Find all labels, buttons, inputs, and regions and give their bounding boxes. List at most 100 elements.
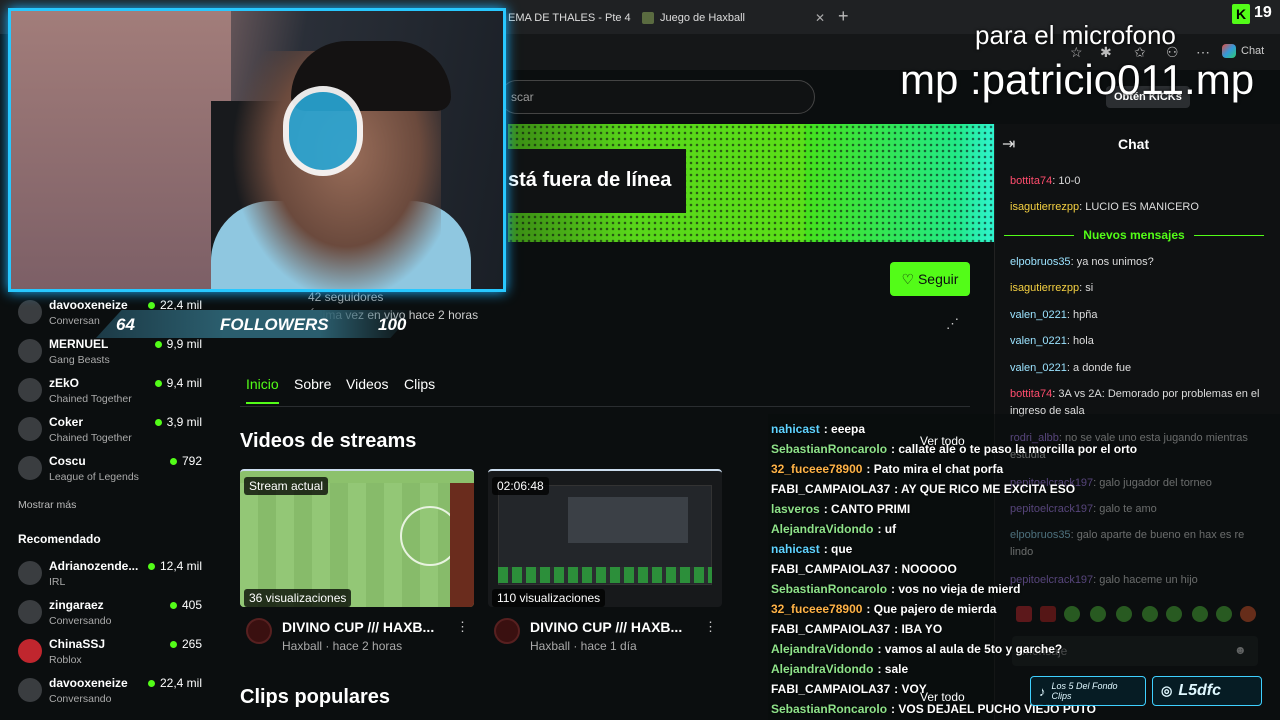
stream-chat-message: 32_fuceee78900: Que pajero de mierda — [771, 599, 996, 619]
tab-sobre[interactable]: Sobre — [294, 376, 331, 392]
channel-avatar[interactable] — [494, 618, 520, 644]
chat-text: si — [1085, 282, 1094, 294]
chat-text: LUCIO ES MANICERO — [1085, 201, 1199, 213]
live-badge: Stream actual — [244, 477, 329, 495]
stream-chat-text: : Pato mira el chat porfa — [866, 462, 1004, 476]
stream-chat-text: : uf — [877, 522, 897, 536]
webcam-overlay — [8, 8, 506, 292]
stream-chat-message: AlejandraVidondo: vamos al aula de 5to y… — [771, 639, 1062, 659]
search-input[interactable]: scar — [500, 80, 815, 114]
divider-line — [1004, 235, 1074, 236]
stream-chat-message: nahicast: que — [771, 539, 852, 559]
stream-chat-username: AlejandraVidondo — [771, 662, 874, 676]
stream-chat-username: FABI_CAMPAIOLA37 — [771, 562, 891, 576]
tab-videos[interactable]: Videos — [346, 376, 389, 392]
room-wall — [11, 11, 231, 289]
channel-name: davooxeneize — [49, 298, 128, 312]
stream-chat-username: FABI_CAMPAIOLA37 — [771, 482, 891, 496]
viewer-count: 3,9 mil — [155, 415, 202, 429]
show-more-link[interactable]: Mostrar más — [18, 499, 76, 511]
video-thumbnail[interactable]: Stream actual 36 visualizaciones — [240, 469, 474, 607]
sidebar-channel[interactable]: zingaraez Conversando 405 — [18, 598, 208, 636]
video-title[interactable]: DIVINO CUP /// HAXB... — [282, 619, 434, 635]
stream-chat-message: FABI_CAMPAIOLA37: NOOOOO — [771, 559, 957, 579]
stream-chat-username: AlejandraVidondo — [771, 642, 874, 656]
stream-chat-text: : sale — [877, 662, 909, 676]
chat-username[interactable]: valen_0221 — [1010, 362, 1067, 374]
chat-username[interactable]: isagutierrezpp — [1010, 282, 1079, 294]
channel-name: Coscu — [49, 454, 86, 468]
channel-category: Conversando — [49, 693, 112, 705]
chat-username[interactable]: elpobruos35 — [1010, 256, 1071, 268]
tab-inicio[interactable]: Inicio — [246, 376, 279, 404]
sidebar-channel[interactable]: zEkO Chained Together 9,4 mil — [18, 376, 208, 414]
chat-message: isagutierrezpp: si — [1010, 282, 1094, 294]
avatar — [18, 339, 42, 363]
browser-tab[interactable]: Juego de Haxball ✕ — [634, 6, 833, 30]
video-title[interactable]: DIVINO CUP /// HAXB... — [530, 619, 682, 635]
video-thumbnail[interactable]: 02:06:48 110 visualizaciones — [488, 469, 722, 607]
stream-chat-username: FABI_CAMPAIOLA37 — [771, 622, 891, 636]
stream-chat-text: : NOOOOO — [894, 562, 957, 576]
stream-chat-message: 32_fuceee78900: Pato mira el chat porfa — [771, 459, 1003, 479]
sidebar-channel[interactable]: ChinaSSJ Roblox 265 — [18, 637, 208, 675]
channel-category: Roblox — [49, 654, 82, 666]
see-all-link[interactable]: Ver todo — [920, 434, 965, 448]
stream-chat-username: nahicast — [771, 422, 820, 436]
follower-goal-current: 64 — [116, 315, 135, 334]
viewer-count: 9,4 mil — [155, 376, 202, 390]
avatar — [18, 678, 42, 702]
channel-category: Conversan — [49, 315, 100, 327]
new-messages-divider: Nuevos mensajes — [1004, 228, 1264, 242]
view-count: 36 visualizaciones — [244, 589, 352, 607]
see-all-link[interactable]: Ver todo — [920, 690, 965, 704]
sidebar-channel[interactable]: Coscu League of Legends 792 — [18, 454, 208, 492]
channel-name: Adrianozende... — [49, 559, 139, 573]
new-tab-button[interactable]: + — [838, 6, 849, 27]
chat-message: valen_0221: hola — [1010, 335, 1094, 347]
more-options-icon[interactable]: ⋮ — [456, 619, 469, 635]
follow-button[interactable]: ♡ Seguir — [890, 262, 970, 296]
viewer-count: 265 — [170, 637, 202, 651]
avatar — [18, 639, 42, 663]
duration-badge: 02:06:48 — [492, 477, 549, 495]
haxball-favicon-icon — [642, 12, 654, 24]
avatar — [18, 561, 42, 585]
stream-chat-text: : vos no vieja de mierd — [891, 582, 1021, 596]
chat-username[interactable]: valen_0221 — [1010, 335, 1067, 347]
stream-chat-text: : que — [823, 542, 853, 556]
chat-username[interactable]: bottita74 — [1010, 175, 1052, 187]
sidebar-channel[interactable]: Adrianozende... IRL 12,4 mil — [18, 559, 208, 597]
stream-chat-message: FABI_CAMPAIOLA37: VOY — [771, 679, 927, 699]
viewer-count: 22,4 mil — [148, 676, 202, 690]
stream-chat-text: : vamos al aula de 5to y garche? — [877, 642, 1063, 656]
headset-icon — [283, 86, 363, 176]
stream-chat-username: SebastianRoncarolo — [771, 442, 888, 456]
follower-goal-label: FOLLOWERS — [220, 315, 329, 334]
share-icon[interactable]: ⋰ — [946, 316, 959, 332]
follower-goal-target: 100 — [378, 315, 407, 334]
sidebar-channel[interactable]: davooxeneize Conversando 22,4 mil — [18, 676, 208, 714]
tiktok-icon: ♪ — [1039, 683, 1046, 699]
avatar — [18, 456, 42, 480]
channel-avatar[interactable] — [246, 618, 272, 644]
channel-name: Coker — [49, 415, 84, 429]
channel-nav-divider — [240, 406, 970, 407]
viewer-count: 22,4 mil — [148, 298, 202, 312]
channel-name: zEkO — [49, 376, 80, 390]
sidebar-channel[interactable]: Coker Chained Together 3,9 mil — [18, 415, 208, 453]
collapse-chat-icon[interactable]: ⇥ — [1002, 134, 1015, 154]
close-tab-icon[interactable]: ✕ — [815, 11, 825, 25]
channel-category: Gang Beasts — [49, 354, 110, 366]
sidebar-channel[interactable]: MERNUEL Gang Beasts 9,9 mil — [18, 337, 208, 375]
tab-clips[interactable]: Clips — [404, 376, 435, 392]
chat-username[interactable]: bottita74 — [1010, 388, 1052, 400]
chat-username[interactable]: valen_0221 — [1010, 309, 1067, 321]
divider-line — [1194, 235, 1264, 236]
more-options-icon[interactable]: ⋮ — [704, 619, 717, 635]
chat-username[interactable]: isagutierrezpp — [1010, 201, 1079, 213]
stream-chat-text: : AY QUE RICO ME EXCITA ESO — [894, 482, 1076, 496]
tiktok-badge: ♪ Los 5 Del Fondo Clips — [1030, 676, 1146, 706]
video-meta: Haxball · hace 2 horas — [282, 639, 403, 653]
stream-chat-message: lasveros: CANTO PRIMI — [771, 499, 910, 519]
